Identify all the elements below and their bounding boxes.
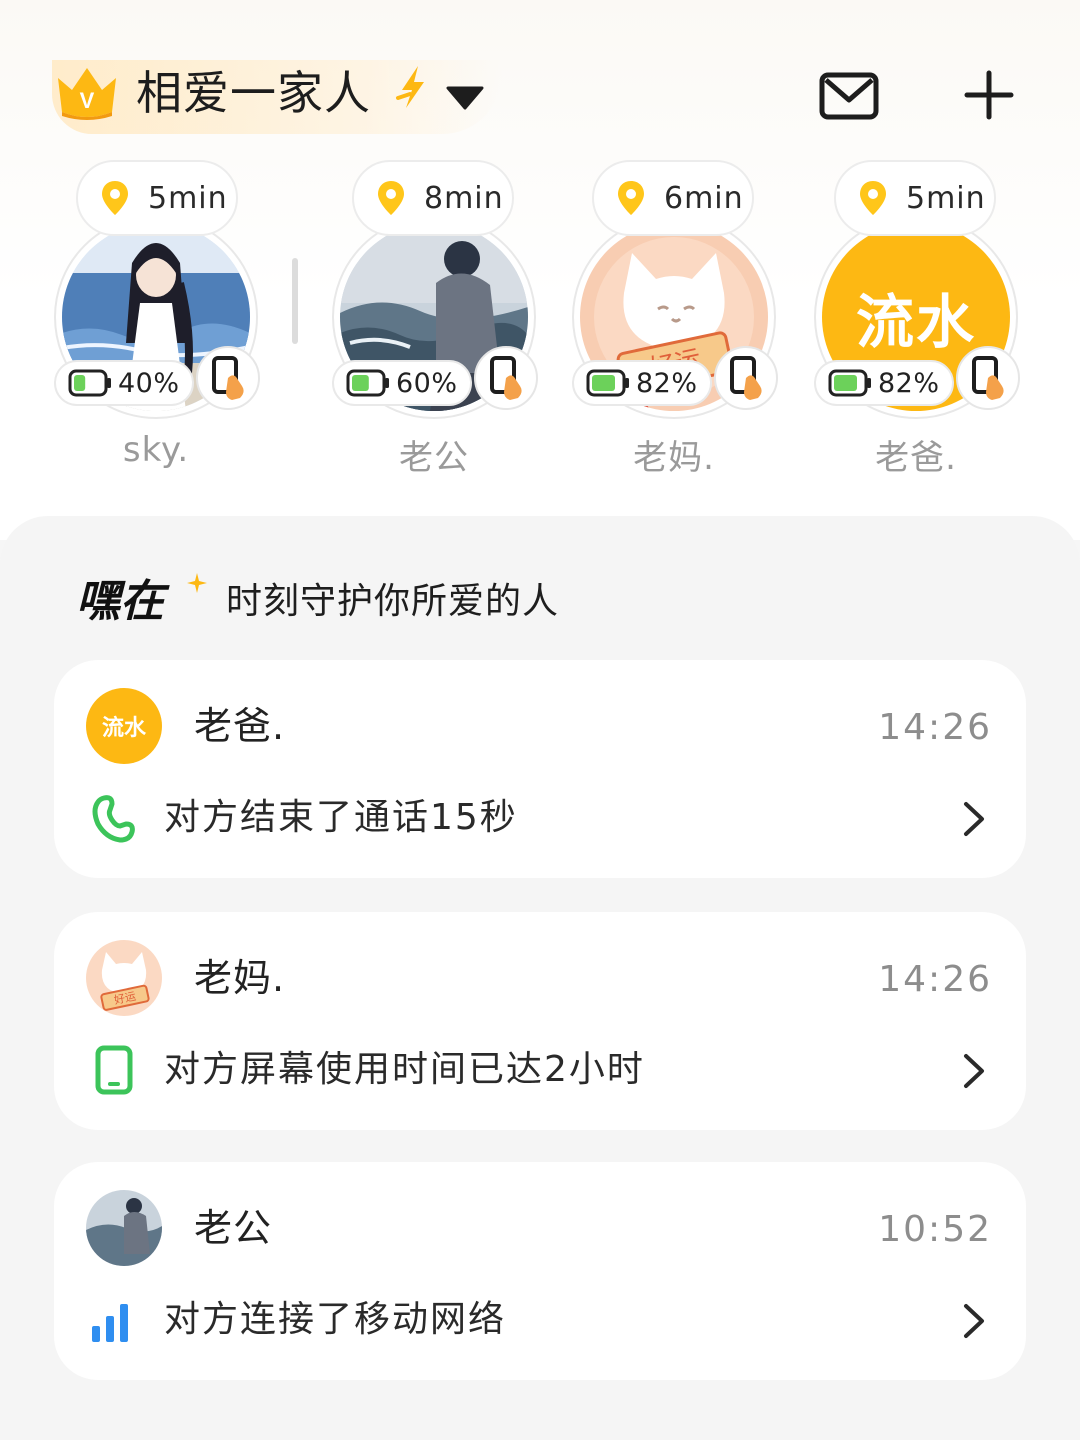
spark-icon [396,66,424,108]
member-name: 老爸. [875,438,957,478]
card-time: 14:26 [878,707,992,748]
avatar-text: 流水 [855,288,976,356]
battery-indicator: 82% [814,360,954,406]
phone-touch-icon [972,356,1004,400]
member-name: 老妈. [633,438,715,478]
member-dad[interactable]: 5min 流水 82% 老爸. [814,160,1034,480]
avatar-text: 流水 [101,716,146,741]
phone-touch-icon [490,356,522,400]
location-minutes: 5min [148,180,228,216]
location-bubble: 8min [352,160,514,236]
battery-icon [68,369,111,397]
battery-indicator: 82% [572,360,712,406]
battery-indicator: 60% [332,360,472,406]
crown-icon: V [58,68,116,120]
battery-indicator: 40% [54,360,194,406]
chevron-right-icon[interactable] [960,1302,988,1340]
phone-usage-badge[interactable] [196,346,260,410]
location-minutes: 8min [424,180,504,216]
mail-icon[interactable] [818,70,880,122]
phone-touch-icon [212,356,244,400]
crown-badge-text: V [80,88,95,113]
battery-icon [828,369,871,397]
location-minutes: 5min [906,180,986,216]
caret-down-icon[interactable] [444,82,486,112]
member-name: sky. [122,430,190,470]
card-time: 14:26 [878,959,992,1000]
plus-icon[interactable] [962,68,1016,122]
activity-card[interactable]: 老公 10:52 对方连接了移动网络 [54,1162,1026,1380]
location-pin-icon [378,181,404,215]
self-divider [292,258,298,344]
brand-logo: 嘿在 [76,576,164,627]
slogan: 时刻守护你所爱的人 [226,581,560,622]
card-message: 对方结束了通话15秒 [164,797,518,838]
battery-icon [346,369,389,397]
avatar: 好运 [86,940,162,1016]
member-mom[interactable]: 6min 好运 82% [572,160,792,480]
avatar: 流水 [86,688,162,764]
activity-card[interactable]: 流水 老爸. 14:26 对方结束了通话15秒 [54,660,1026,878]
signal-bars-icon [92,1304,128,1342]
phone-usage-badge[interactable] [714,346,778,410]
battery-percent: 60% [396,367,458,399]
group-title[interactable]: 相爱一家人 [136,62,371,124]
card-member-name: 老爸. [194,704,286,748]
battery-icon [586,369,629,397]
card-message: 对方屏幕使用时间已达2小时 [164,1049,645,1090]
location-bubble: 5min [76,160,238,236]
member-sky[interactable]: 5min 40% sky. [54,160,274,480]
phone-touch-icon [730,356,762,400]
member-name: 老公 [399,438,469,478]
phone-usage-badge[interactable] [474,346,538,410]
card-time: 10:52 [878,1209,992,1250]
battery-percent: 82% [636,367,698,399]
card-member-name: 老妈. [194,956,286,1000]
location-bubble: 5min [834,160,996,236]
sparkle-icon [187,573,207,593]
location-pin-icon [618,181,644,215]
activity-card[interactable]: 好运 老妈. 14:26 对方屏幕使用时间已达2小时 [54,912,1026,1130]
avatar [86,1190,162,1266]
battery-percent: 82% [878,367,940,399]
card-message: 对方连接了移动网络 [164,1299,507,1340]
chevron-right-icon[interactable] [960,800,988,838]
card-member-name: 老公 [194,1206,273,1250]
phone-usage-badge[interactable] [956,346,1020,410]
member-husband[interactable]: 8min 60% 老公 [332,160,552,480]
location-pin-icon [860,181,886,215]
battery-percent: 40% [118,367,180,399]
location-bubble: 6min [592,160,754,236]
chevron-right-icon[interactable] [960,1052,988,1090]
location-pin-icon [102,181,128,215]
location-minutes: 6min [664,180,744,216]
phone-call-icon [92,795,135,843]
mobile-screen-icon [95,1045,133,1095]
